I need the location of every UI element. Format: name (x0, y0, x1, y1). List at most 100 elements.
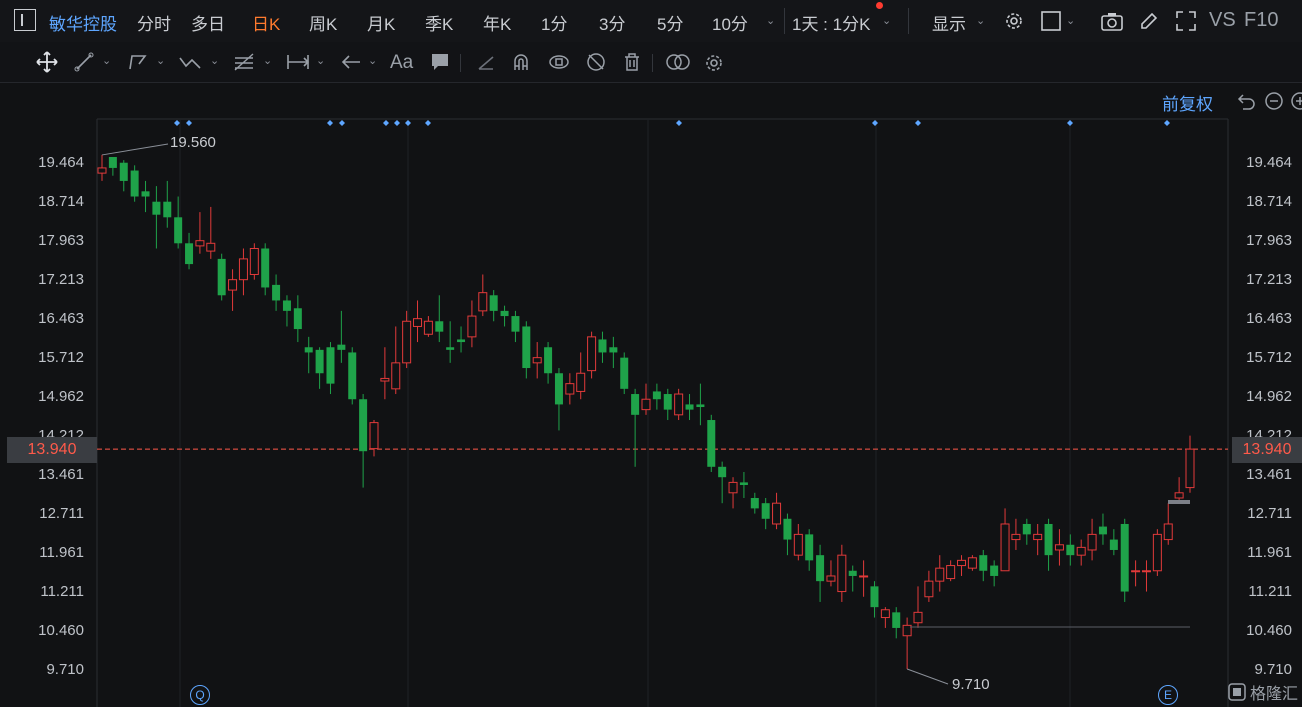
polyline-tool-icon[interactable] (127, 52, 149, 72)
candle-body-down (805, 534, 814, 561)
candle-body-down (848, 570, 857, 576)
divider (908, 8, 909, 34)
undo-icon[interactable] (1237, 91, 1257, 111)
candle-body-down (282, 300, 291, 311)
event-diamond (915, 120, 921, 126)
fib-chevron-icon[interactable]: ⌄ (263, 54, 272, 67)
wave-tool-icon[interactable] (178, 52, 202, 72)
kline-chart[interactable]: 19.464 19.464 18.714 18.714 17.963 17.963 17.2… (0, 82, 1302, 707)
arrow-tool-icon[interactable] (340, 52, 362, 72)
wave-chevron-icon[interactable]: ⌄ (210, 54, 219, 67)
event-diamond (383, 120, 389, 126)
comment-tool-icon[interactable] (430, 52, 450, 72)
range-tool-icon[interactable] (286, 52, 310, 72)
e-event-marker[interactable]: E (1158, 685, 1178, 705)
stock-name[interactable]: 敏华控股 (49, 10, 117, 35)
pen-icon[interactable] (476, 52, 496, 72)
fib-tool-icon[interactable] (233, 52, 255, 72)
layout-square-icon[interactable] (1041, 11, 1061, 31)
candle-body-down (130, 170, 139, 197)
candle-body-up (902, 624, 912, 637)
interval-select[interactable]: 1天 : 1分K (792, 10, 870, 35)
price-marker (1168, 500, 1190, 504)
candle-body-down (152, 201, 161, 215)
candle-body-up (228, 279, 238, 291)
vs-compare-button[interactable]: VS (1209, 9, 1236, 32)
candle-body-down (337, 344, 346, 350)
candle-body-up (413, 318, 423, 327)
polyline-chevron-icon[interactable]: ⌄ (156, 54, 165, 67)
candle-body-up (1076, 546, 1086, 556)
candle-body-down (739, 482, 748, 485)
display-chevron-down-icon[interactable]: ⌄ (976, 14, 985, 27)
y-tick-right: 12.711 (1247, 505, 1292, 522)
zoom-out-icon[interactable] (1264, 91, 1284, 111)
period-tab-9[interactable]: 5分 (657, 10, 683, 35)
candle-body-up (478, 292, 488, 312)
display-button[interactable]: 显示 (932, 10, 966, 35)
line-tool-chevron-icon[interactable]: ⌄ (102, 54, 111, 67)
period-tab-4[interactable]: 月K (367, 10, 395, 35)
settings-gear-icon[interactable] (1003, 10, 1025, 32)
candle-body-down (707, 420, 716, 467)
candle-body-down (620, 357, 629, 389)
period-tab-6[interactable]: 年K (483, 10, 511, 35)
fullscreen-icon[interactable] (1175, 10, 1197, 32)
arrow-chevron-icon[interactable]: ⌄ (368, 54, 377, 67)
candle-body-up (641, 398, 651, 411)
candle-body-up (1087, 533, 1097, 551)
kline-chart-panel[interactable]: 19.464 19.464 18.714 18.714 17.963 17.963 17.2… (0, 82, 1302, 707)
candle-body-down (816, 555, 825, 582)
event-diamond (1164, 120, 1170, 126)
candle-body-down (1109, 539, 1118, 550)
adjust-mode-button[interactable]: 前复权 (1162, 90, 1213, 115)
candle-body-down (293, 308, 302, 330)
settings-icon[interactable] (703, 52, 725, 74)
period-tab-5[interactable]: 季K (425, 10, 453, 35)
candle-body-up (423, 320, 433, 335)
candle-body-down (685, 404, 694, 410)
event-diamond (394, 120, 400, 126)
sidebar-toggle-icon[interactable] (14, 9, 36, 31)
move-icon[interactable] (36, 51, 58, 73)
candle-body-down (652, 391, 661, 400)
candle-body-up (913, 611, 923, 624)
layout-chevron-down-icon[interactable]: ⌄ (1066, 14, 1075, 27)
current-price-tag-left: 13.940 (7, 437, 97, 463)
watermark-text: 格隆汇 (1250, 686, 1299, 703)
candle-body-down (185, 243, 194, 265)
event-diamond (327, 120, 333, 126)
period-tab-3[interactable]: 周K (309, 10, 337, 35)
eye-lock-icon[interactable] (547, 52, 571, 72)
candle-body-up (195, 240, 205, 247)
candle-body-down (750, 497, 759, 509)
interval-chevron-down-icon[interactable]: ⌄ (882, 14, 891, 27)
text-tool-icon[interactable]: Aa (390, 52, 413, 74)
period-tab-7[interactable]: 1分 (541, 10, 567, 35)
period-tab-1[interactable]: 多日 (191, 10, 225, 35)
gelonghui-logo-icon (1228, 683, 1246, 701)
period-tab-2[interactable]: 日K (252, 10, 280, 35)
q-event-marker[interactable]: Q (190, 685, 210, 705)
trash-icon[interactable] (622, 52, 642, 72)
candle-body-down (1066, 544, 1075, 556)
y-tick-right: 11.211 (1248, 583, 1292, 600)
y-tick-left: 19.464 (38, 154, 84, 171)
hide-icon[interactable] (585, 52, 607, 72)
y-tick-left: 17.963 (38, 232, 84, 249)
period-tab-8[interactable]: 3分 (599, 10, 625, 35)
line-tool-icon[interactable] (74, 52, 94, 72)
range-chevron-icon[interactable]: ⌄ (316, 54, 325, 67)
f10-button[interactable]: F10 (1244, 9, 1278, 32)
pencil-icon[interactable] (1138, 10, 1160, 32)
y-tick-right: 19.464 (1246, 154, 1292, 171)
magnet-icon[interactable] (511, 52, 531, 72)
period-tab-10[interactable]: 10分 (712, 10, 748, 35)
period-tab-0[interactable]: 分时 (137, 10, 171, 35)
periods-chevron-down-icon[interactable]: ⌄ (766, 14, 775, 27)
compare-icon[interactable] (665, 52, 691, 72)
candle-body-up (565, 383, 575, 395)
camera-icon[interactable] (1100, 10, 1124, 32)
top-toolbar: 敏华控股 分时 多日 日K 周K 月K 季K 年K 1分 3分 5分 10分 ⌄ 1天 : 1分K … (0, 0, 1302, 43)
zoom-in-icon[interactable] (1290, 91, 1302, 111)
